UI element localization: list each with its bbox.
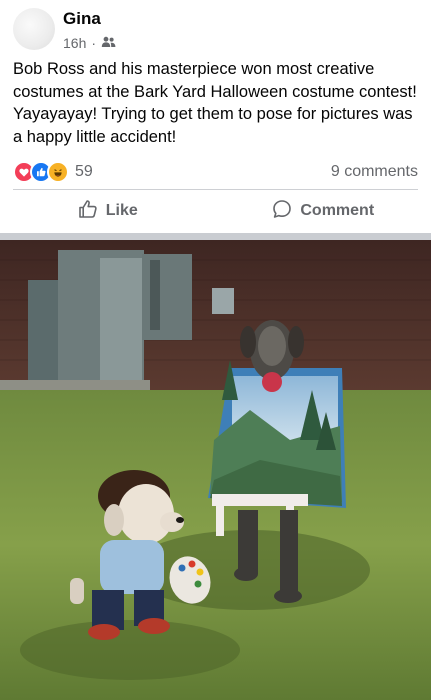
like-label: Like <box>105 202 138 219</box>
post-time[interactable]: 16h <box>63 35 86 51</box>
reaction-count[interactable]: 59 <box>75 163 93 181</box>
comment-button[interactable]: Comment <box>216 192 431 230</box>
avatar[interactable] <box>13 8 55 50</box>
reaction-summary[interactable]: 59 <box>13 161 93 183</box>
action-bar: Like Comment <box>0 192 431 230</box>
meta-separator: · <box>91 35 97 51</box>
comment-count[interactable]: 9 comments <box>331 163 418 181</box>
thumbs-up-icon <box>78 199 98 224</box>
post-separator <box>0 233 431 240</box>
post-stats: 59 9 comments <box>13 160 418 184</box>
friends-icon <box>101 35 116 51</box>
post-header: Gina 16h · <box>0 0 431 58</box>
post-photo[interactable] <box>0 240 431 700</box>
post-meta: 16h · <box>63 35 116 51</box>
comment-icon <box>272 199 292 224</box>
haha-reaction-icon <box>47 161 69 183</box>
comment-label: Comment <box>300 202 375 219</box>
like-button[interactable]: Like <box>0 192 216 230</box>
divider <box>13 189 418 190</box>
author-name[interactable]: Gina <box>63 9 101 29</box>
post-text: Bob Ross and his masterpiece won most cr… <box>13 60 417 146</box>
